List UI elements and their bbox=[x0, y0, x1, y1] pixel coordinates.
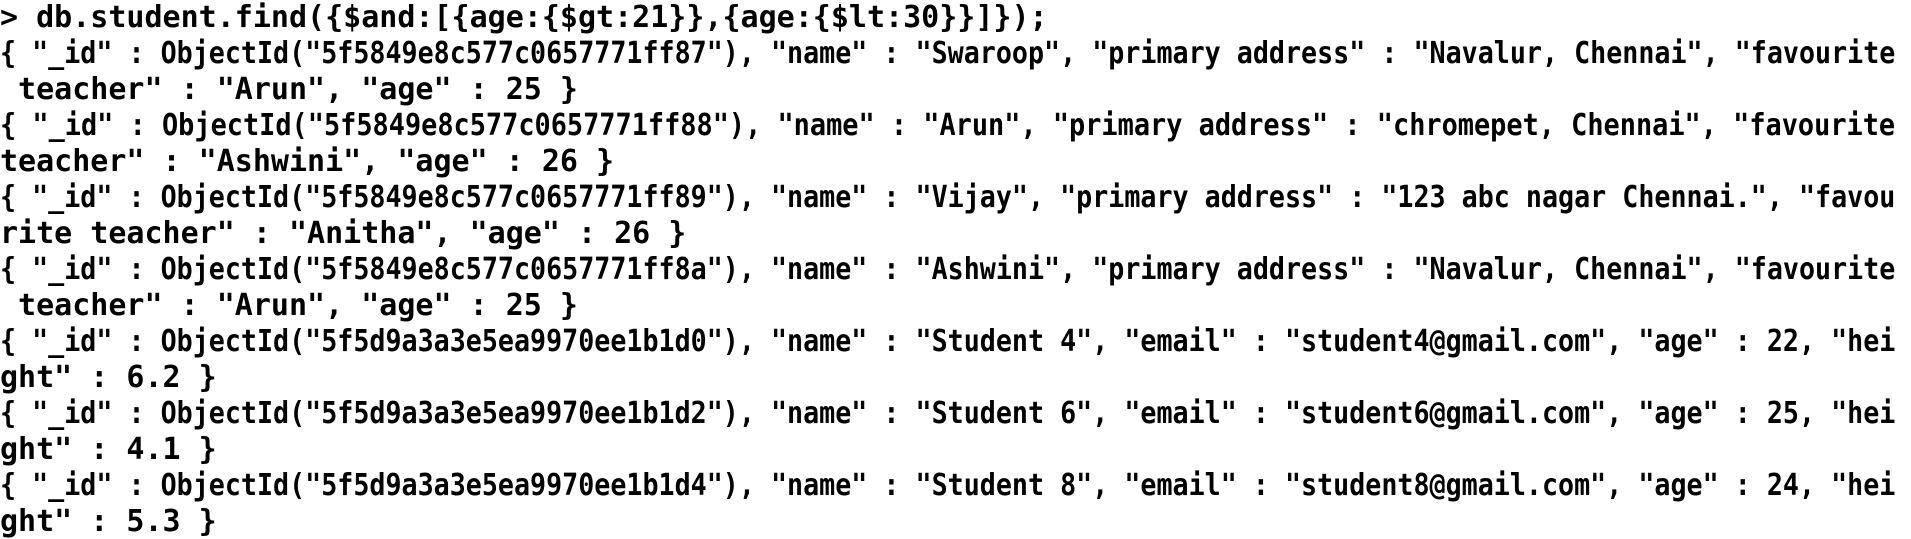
result-line-wrap: ght" : 4.1 } bbox=[0, 432, 217, 467]
result-line: { "_id" : ObjectId("5f5849e8c577c0657771… bbox=[0, 180, 1896, 215]
result-line: { "_id" : ObjectId("5f5849e8c577c0657771… bbox=[0, 108, 1896, 143]
result-line: { "_id" : ObjectId("5f5d9a3a3e5ea9970ee1… bbox=[0, 324, 1896, 359]
result-line-wrap: teacher" : "Arun", "age" : 25 } bbox=[0, 288, 578, 323]
result-line-wrap: teacher" : "Ashwini", "age" : 26 } bbox=[0, 144, 615, 179]
result-line-wrap: ght" : 6.2 } bbox=[0, 360, 217, 395]
result-line-wrap: ght" : 5.3 } bbox=[0, 504, 217, 539]
result-line: { "_id" : ObjectId("5f5849e8c577c0657771… bbox=[0, 252, 1896, 287]
vertical-scrollbar[interactable] bbox=[1897, 0, 1911, 539]
result-line: { "_id" : ObjectId("5f5849e8c577c0657771… bbox=[0, 36, 1896, 71]
result-line-wrap: teacher" : "Arun", "age" : 25 } bbox=[0, 72, 578, 107]
result-line: { "_id" : ObjectId("5f5d9a3a3e5ea9970ee1… bbox=[0, 468, 1896, 503]
result-line: { "_id" : ObjectId("5f5d9a3a3e5ea9970ee1… bbox=[0, 396, 1896, 431]
result-line-wrap: rite teacher" : "Anitha", "age" : 26 } bbox=[0, 216, 687, 251]
terminal-console[interactable]: > db.student.find({$and:[{age:{$gt:21}},… bbox=[0, 0, 1911, 539]
command-line: > db.student.find({$and:[{age:{$gt:21}},… bbox=[0, 0, 1048, 35]
